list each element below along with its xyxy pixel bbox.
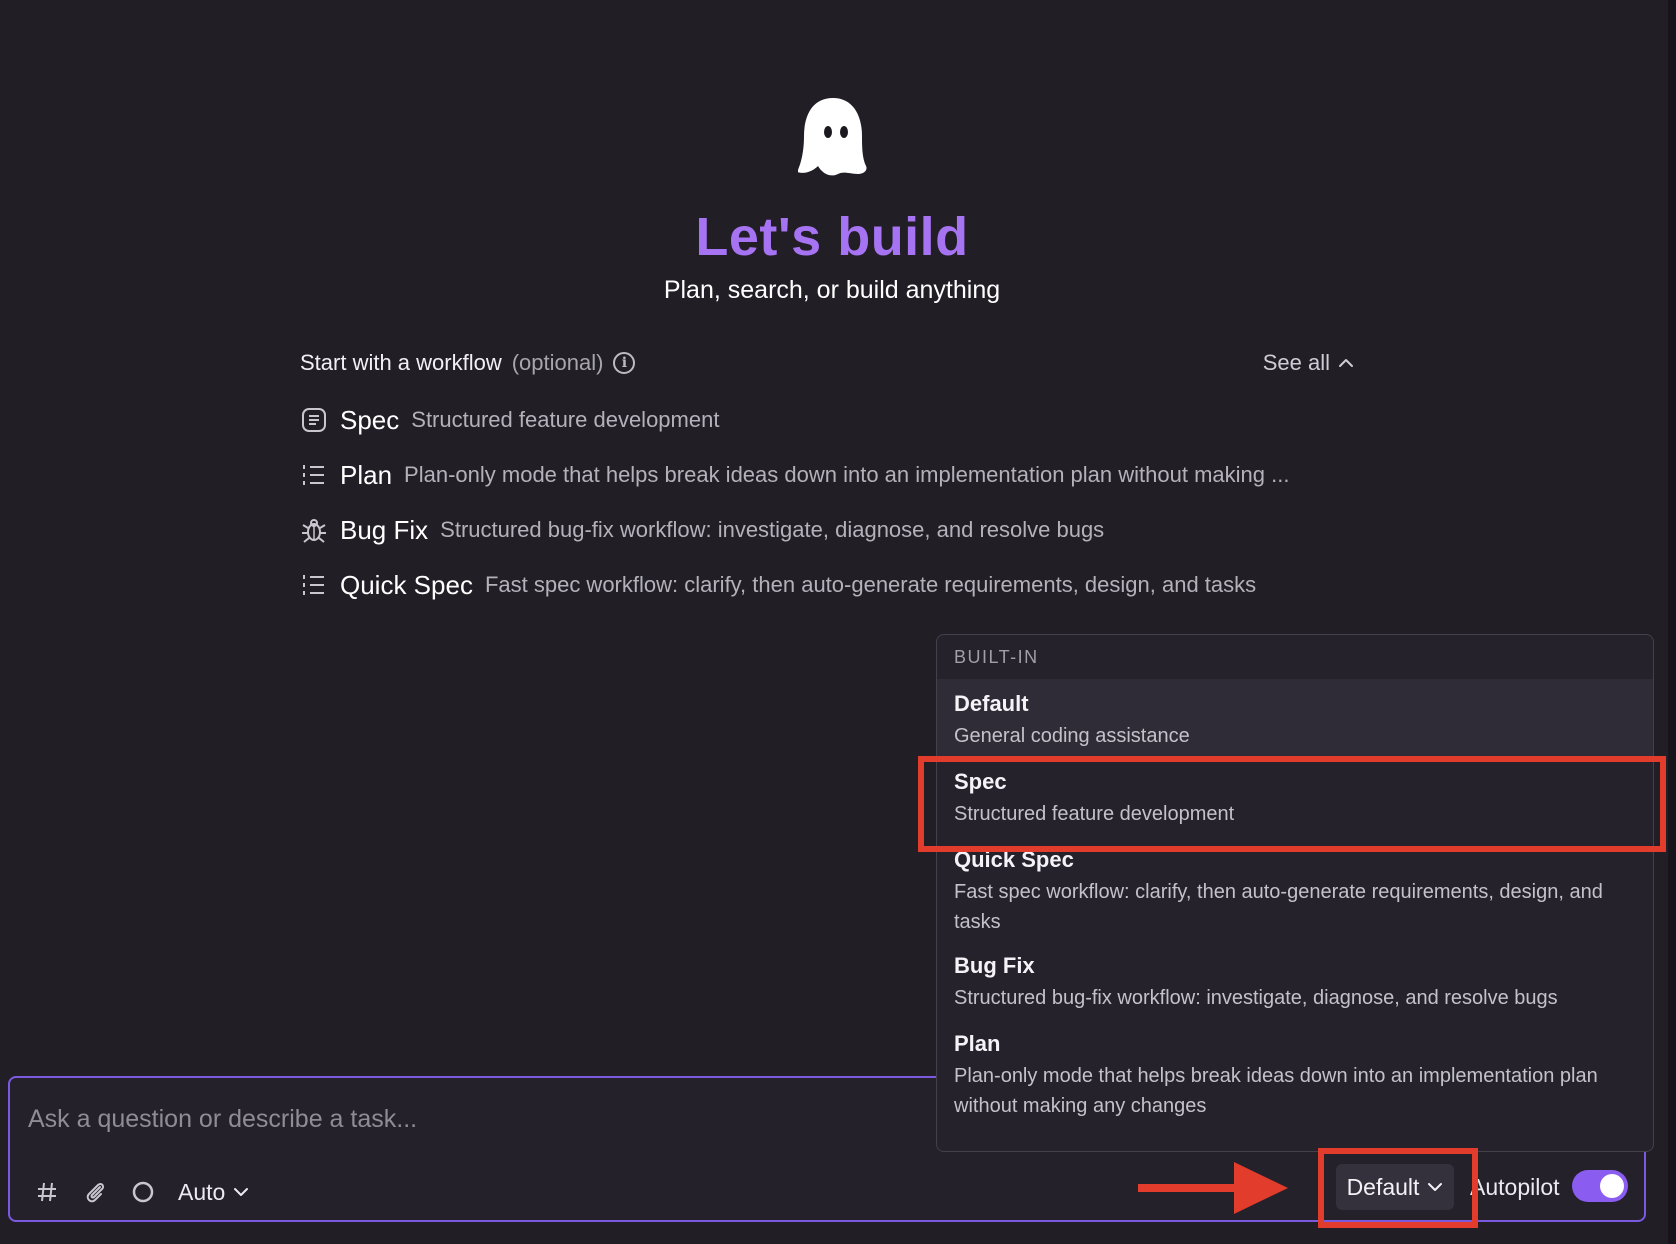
- annotation-highlight-mode-button: [1318, 1148, 1478, 1228]
- dropdown-item-description: General coding assistance: [954, 725, 1190, 747]
- workflow-name: Quick Spec: [340, 569, 473, 600]
- autopilot-label: Autopilot: [1470, 1174, 1560, 1200]
- chat-input[interactable]: [26, 1098, 930, 1140]
- workflow-item-spec[interactable]: Spec Structured feature development: [300, 400, 719, 440]
- input-toolbar: Auto: [34, 1172, 249, 1212]
- workflow-description: Structured feature development: [411, 407, 720, 432]
- workflow-item-quick-spec[interactable]: Quick Spec Fast spec workflow: clarify, …: [300, 565, 1256, 605]
- workflow-name: Spec: [340, 404, 400, 435]
- loading-circle-icon[interactable]: [130, 1179, 156, 1205]
- dropdown-section-label: BUILT-IN: [954, 647, 1039, 667]
- dropdown-item-title: Bug Fix: [954, 953, 1035, 978]
- workflow-optional-label: (optional): [511, 350, 604, 375]
- autopilot-toggle[interactable]: [1572, 1170, 1628, 1202]
- mode-dropdown-menu: BUILT-IN Default General coding assistan…: [936, 634, 1654, 1152]
- ghost-icon: [798, 98, 867, 176]
- chevron-up-icon: [1339, 359, 1353, 367]
- dropdown-item-description: Plan-only mode that helps break ideas do…: [954, 1065, 1598, 1117]
- dropdown-item-title: Default: [954, 691, 1029, 716]
- workflow-item-bug-fix[interactable]: Bug Fix Structured bug-fix workflow: inv…: [300, 510, 1104, 550]
- workflow-name: Bug Fix: [340, 514, 429, 545]
- workflow-label: Start with a workflow: [300, 350, 502, 375]
- see-all-label: See all: [1262, 350, 1330, 375]
- annotation-arrow-icon: [1138, 1162, 1288, 1214]
- window-edge: [1668, 0, 1676, 1244]
- workflow-description: Plan-only mode that helps break ideas do…: [404, 462, 1290, 487]
- dropdown-item-default[interactable]: Default General coding assistance: [937, 679, 1653, 757]
- bug-icon: [300, 516, 328, 544]
- dropdown-item-plan[interactable]: Plan Plan-only mode that helps break ide…: [937, 1019, 1653, 1129]
- workflow-item-plan[interactable]: Plan Plan-only mode that helps break ide…: [300, 455, 1289, 495]
- dropdown-item-bug-fix[interactable]: Bug Fix Structured bug-fix workflow: inv…: [937, 941, 1653, 1019]
- workflow-description: Fast spec workflow: clarify, then auto-g…: [484, 572, 1257, 597]
- chevron-down-icon: [234, 1188, 249, 1196]
- info-icon[interactable]: i: [613, 352, 636, 374]
- page-subtitle: Plan, search, or build anything: [663, 276, 1001, 304]
- dropdown-item-title: Plan: [954, 1031, 1001, 1056]
- dropdown-item-description: Structured bug-fix workflow: investigate…: [954, 987, 1558, 1009]
- workflow-description: Structured bug-fix workflow: investigate…: [440, 517, 1105, 542]
- numbered-list-icon: [300, 461, 328, 489]
- paperclip-icon[interactable]: [82, 1179, 108, 1205]
- see-all-button[interactable]: See all: [1263, 350, 1354, 376]
- numbered-list-icon: [300, 571, 328, 599]
- page-title: Let's build: [695, 207, 969, 267]
- workflow-name: Plan: [340, 459, 393, 490]
- model-select[interactable]: Auto: [178, 1179, 249, 1206]
- document-lines-icon: [300, 406, 328, 434]
- workflow-header: Start with a workflow (optional) i See a…: [300, 348, 1354, 378]
- toggle-knob: [1600, 1174, 1624, 1198]
- model-select-label: Auto: [178, 1178, 226, 1205]
- hash-icon[interactable]: [34, 1179, 60, 1205]
- dropdown-item-description: Fast spec workflow: clarify, then auto-g…: [954, 881, 1603, 933]
- annotation-highlight-spec: [918, 756, 1666, 852]
